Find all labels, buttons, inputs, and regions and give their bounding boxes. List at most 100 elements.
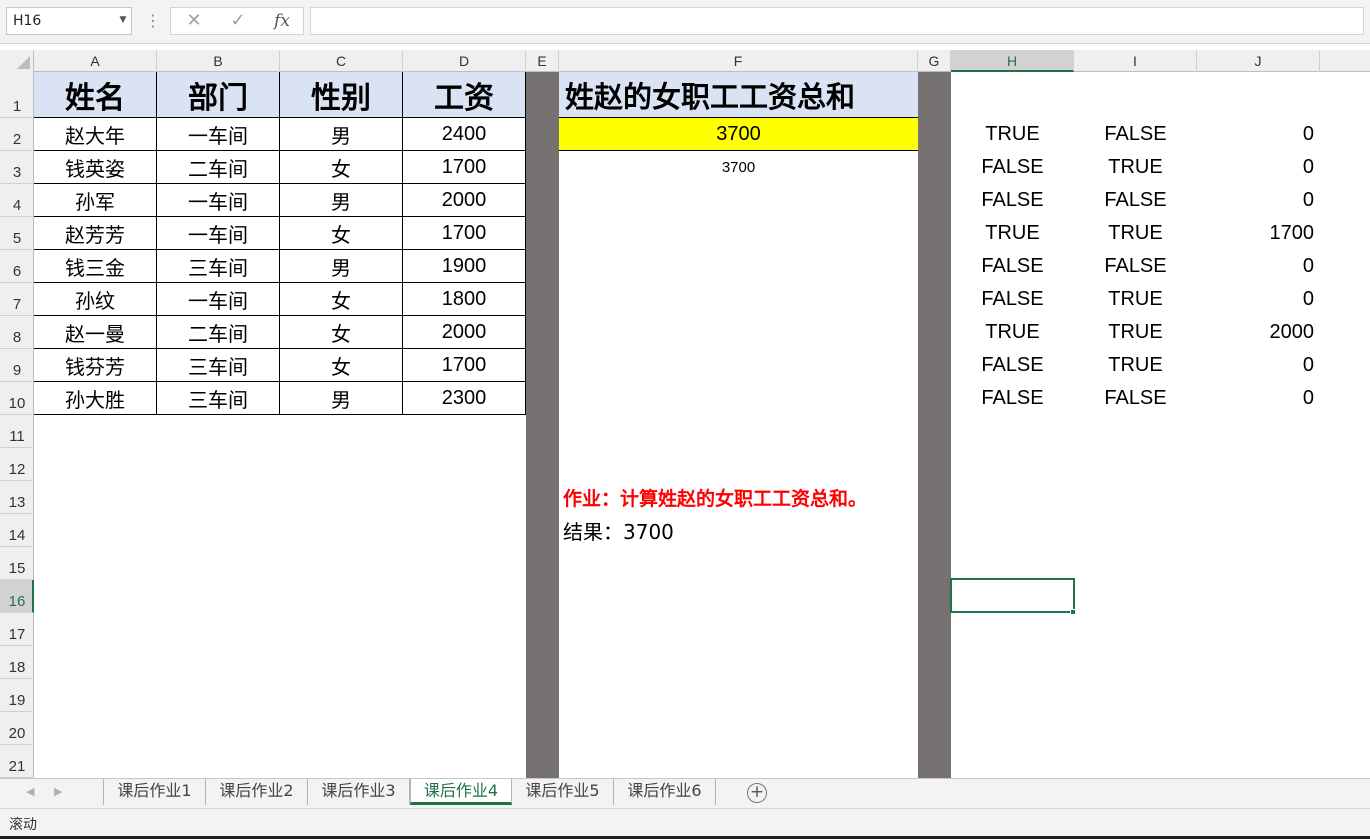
- column-header-i[interactable]: I: [1074, 50, 1197, 72]
- cell-j[interactable]: 0: [1197, 250, 1320, 283]
- cell-i[interactable]: FALSE: [1074, 118, 1197, 151]
- fill-handle[interactable]: [1070, 609, 1076, 615]
- row-header[interactable]: 3: [0, 151, 34, 184]
- row-header[interactable]: 21: [0, 745, 34, 778]
- cell-i[interactable]: FALSE: [1074, 250, 1197, 283]
- cell-j[interactable]: 0: [1197, 382, 1320, 415]
- cell-department[interactable]: 一车间: [157, 118, 280, 151]
- cell-department[interactable]: 二车间: [157, 316, 280, 349]
- cell-name[interactable]: 孙大胜: [34, 382, 157, 415]
- cell-name[interactable]: 赵一曼: [34, 316, 157, 349]
- cell-j[interactable]: 0: [1197, 283, 1320, 316]
- insert-function-icon[interactable]: fx: [267, 8, 297, 34]
- row-header[interactable]: 14: [0, 514, 34, 547]
- cell-salary[interactable]: 1700: [403, 349, 526, 382]
- tab-sheet-2[interactable]: 课后作业2: [206, 779, 308, 805]
- cell-name[interactable]: 钱芬芳: [34, 349, 157, 382]
- cell-h[interactable]: FALSE: [951, 283, 1074, 316]
- cell-name[interactable]: 钱英姿: [34, 151, 157, 184]
- column-header-j[interactable]: J: [1197, 50, 1320, 72]
- cell-department[interactable]: 三车间: [157, 250, 280, 283]
- row-header[interactable]: 19: [0, 679, 34, 712]
- cell-department[interactable]: 一车间: [157, 217, 280, 250]
- column-header-b[interactable]: B: [157, 50, 280, 72]
- cell-gender[interactable]: 女: [280, 151, 403, 184]
- header-cell-name[interactable]: 姓名: [34, 72, 157, 118]
- row-header[interactable]: 18: [0, 646, 34, 679]
- cell-name[interactable]: 孙军: [34, 184, 157, 217]
- cell-j[interactable]: 0: [1197, 118, 1320, 151]
- row-header[interactable]: 17: [0, 613, 34, 646]
- chevron-right-icon[interactable]: ▶: [54, 785, 62, 798]
- f-result-cell[interactable]: 3700: [559, 118, 918, 151]
- name-box[interactable]: H16: [6, 7, 132, 35]
- cancel-icon[interactable]: ✕: [179, 8, 209, 34]
- f-note-cell[interactable]: 3700: [559, 151, 918, 184]
- tab-sheet-6[interactable]: 课后作业6: [614, 779, 716, 805]
- row-header[interactable]: 10: [0, 382, 34, 415]
- cell-h[interactable]: FALSE: [951, 151, 1074, 184]
- cell-h[interactable]: TRUE: [951, 118, 1074, 151]
- cell-j[interactable]: 2000: [1197, 316, 1320, 349]
- tab-sheet-3[interactable]: 课后作业3: [308, 779, 410, 805]
- select-all-button[interactable]: [0, 50, 34, 72]
- column-header-f[interactable]: F: [559, 50, 918, 72]
- header-cell-salary[interactable]: 工资: [403, 72, 526, 118]
- row-header[interactable]: 11: [0, 415, 34, 448]
- row-header[interactable]: 20: [0, 712, 34, 745]
- cell-h[interactable]: FALSE: [951, 382, 1074, 415]
- cell-j[interactable]: 1700: [1197, 217, 1320, 250]
- cell-salary[interactable]: 1900: [403, 250, 526, 283]
- row-header[interactable]: 1: [0, 72, 34, 118]
- row-header[interactable]: 5: [0, 217, 34, 250]
- row-header[interactable]: 16: [0, 580, 34, 613]
- row-header[interactable]: 7: [0, 283, 34, 316]
- cell-gender[interactable]: 女: [280, 349, 403, 382]
- cell-h[interactable]: FALSE: [951, 349, 1074, 382]
- cell-salary[interactable]: 2400: [403, 118, 526, 151]
- cell-gender[interactable]: 男: [280, 184, 403, 217]
- cell-department[interactable]: 二车间: [157, 151, 280, 184]
- column-header-c[interactable]: C: [280, 50, 403, 72]
- cell-salary[interactable]: 2000: [403, 184, 526, 217]
- row-header[interactable]: 4: [0, 184, 34, 217]
- tab-sheet-5[interactable]: 课后作业5: [512, 779, 614, 805]
- cell-h[interactable]: FALSE: [951, 184, 1074, 217]
- cell-salary[interactable]: 1800: [403, 283, 526, 316]
- column-header-g[interactable]: G: [918, 50, 951, 72]
- chevron-left-icon[interactable]: ◀: [26, 785, 34, 798]
- row-header[interactable]: 6: [0, 250, 34, 283]
- cell-salary[interactable]: 2300: [403, 382, 526, 415]
- enter-icon[interactable]: ✓: [223, 8, 253, 34]
- task-text-cell[interactable]: 作业：计算姓赵的女职工工资总和。: [559, 481, 918, 514]
- cell-department[interactable]: 一车间: [157, 184, 280, 217]
- chevron-down-icon[interactable]: ▼: [116, 7, 130, 33]
- cell-h[interactable]: FALSE: [951, 250, 1074, 283]
- column-header-d[interactable]: D: [403, 50, 526, 72]
- answer-text-cell[interactable]: 结果：3700: [559, 514, 918, 547]
- cell-name[interactable]: 赵大年: [34, 118, 157, 151]
- cell-h[interactable]: TRUE: [951, 217, 1074, 250]
- cell-gender[interactable]: 女: [280, 316, 403, 349]
- cell-name[interactable]: 钱三金: [34, 250, 157, 283]
- cell-j[interactable]: 0: [1197, 151, 1320, 184]
- cell-i[interactable]: FALSE: [1074, 184, 1197, 217]
- tab-sheet-4[interactable]: 课后作业4: [410, 779, 512, 805]
- active-cell-selection[interactable]: [950, 578, 1075, 613]
- cell-name[interactable]: 赵芳芳: [34, 217, 157, 250]
- column-header-h[interactable]: H: [951, 50, 1074, 72]
- cell-gender[interactable]: 男: [280, 250, 403, 283]
- f-title-cell[interactable]: 姓赵的女职工工资总和: [559, 72, 918, 118]
- row-header[interactable]: 9: [0, 349, 34, 382]
- cell-i[interactable]: TRUE: [1074, 349, 1197, 382]
- cell-j[interactable]: 0: [1197, 184, 1320, 217]
- header-cell-department[interactable]: 部门: [157, 72, 280, 118]
- column-header-e[interactable]: E: [526, 50, 559, 72]
- worksheet-grid[interactable]: 姓名 部门 性别 工资 赵大年 一车间 男 2400 钱英姿 二车间 女 170…: [34, 72, 1370, 778]
- header-cell-gender[interactable]: 性别: [280, 72, 403, 118]
- drag-handle-icon[interactable]: ⋮: [145, 8, 161, 34]
- row-header[interactable]: 13: [0, 481, 34, 514]
- row-header[interactable]: 2: [0, 118, 34, 151]
- cell-gender[interactable]: 女: [280, 217, 403, 250]
- cell-name[interactable]: 孙纹: [34, 283, 157, 316]
